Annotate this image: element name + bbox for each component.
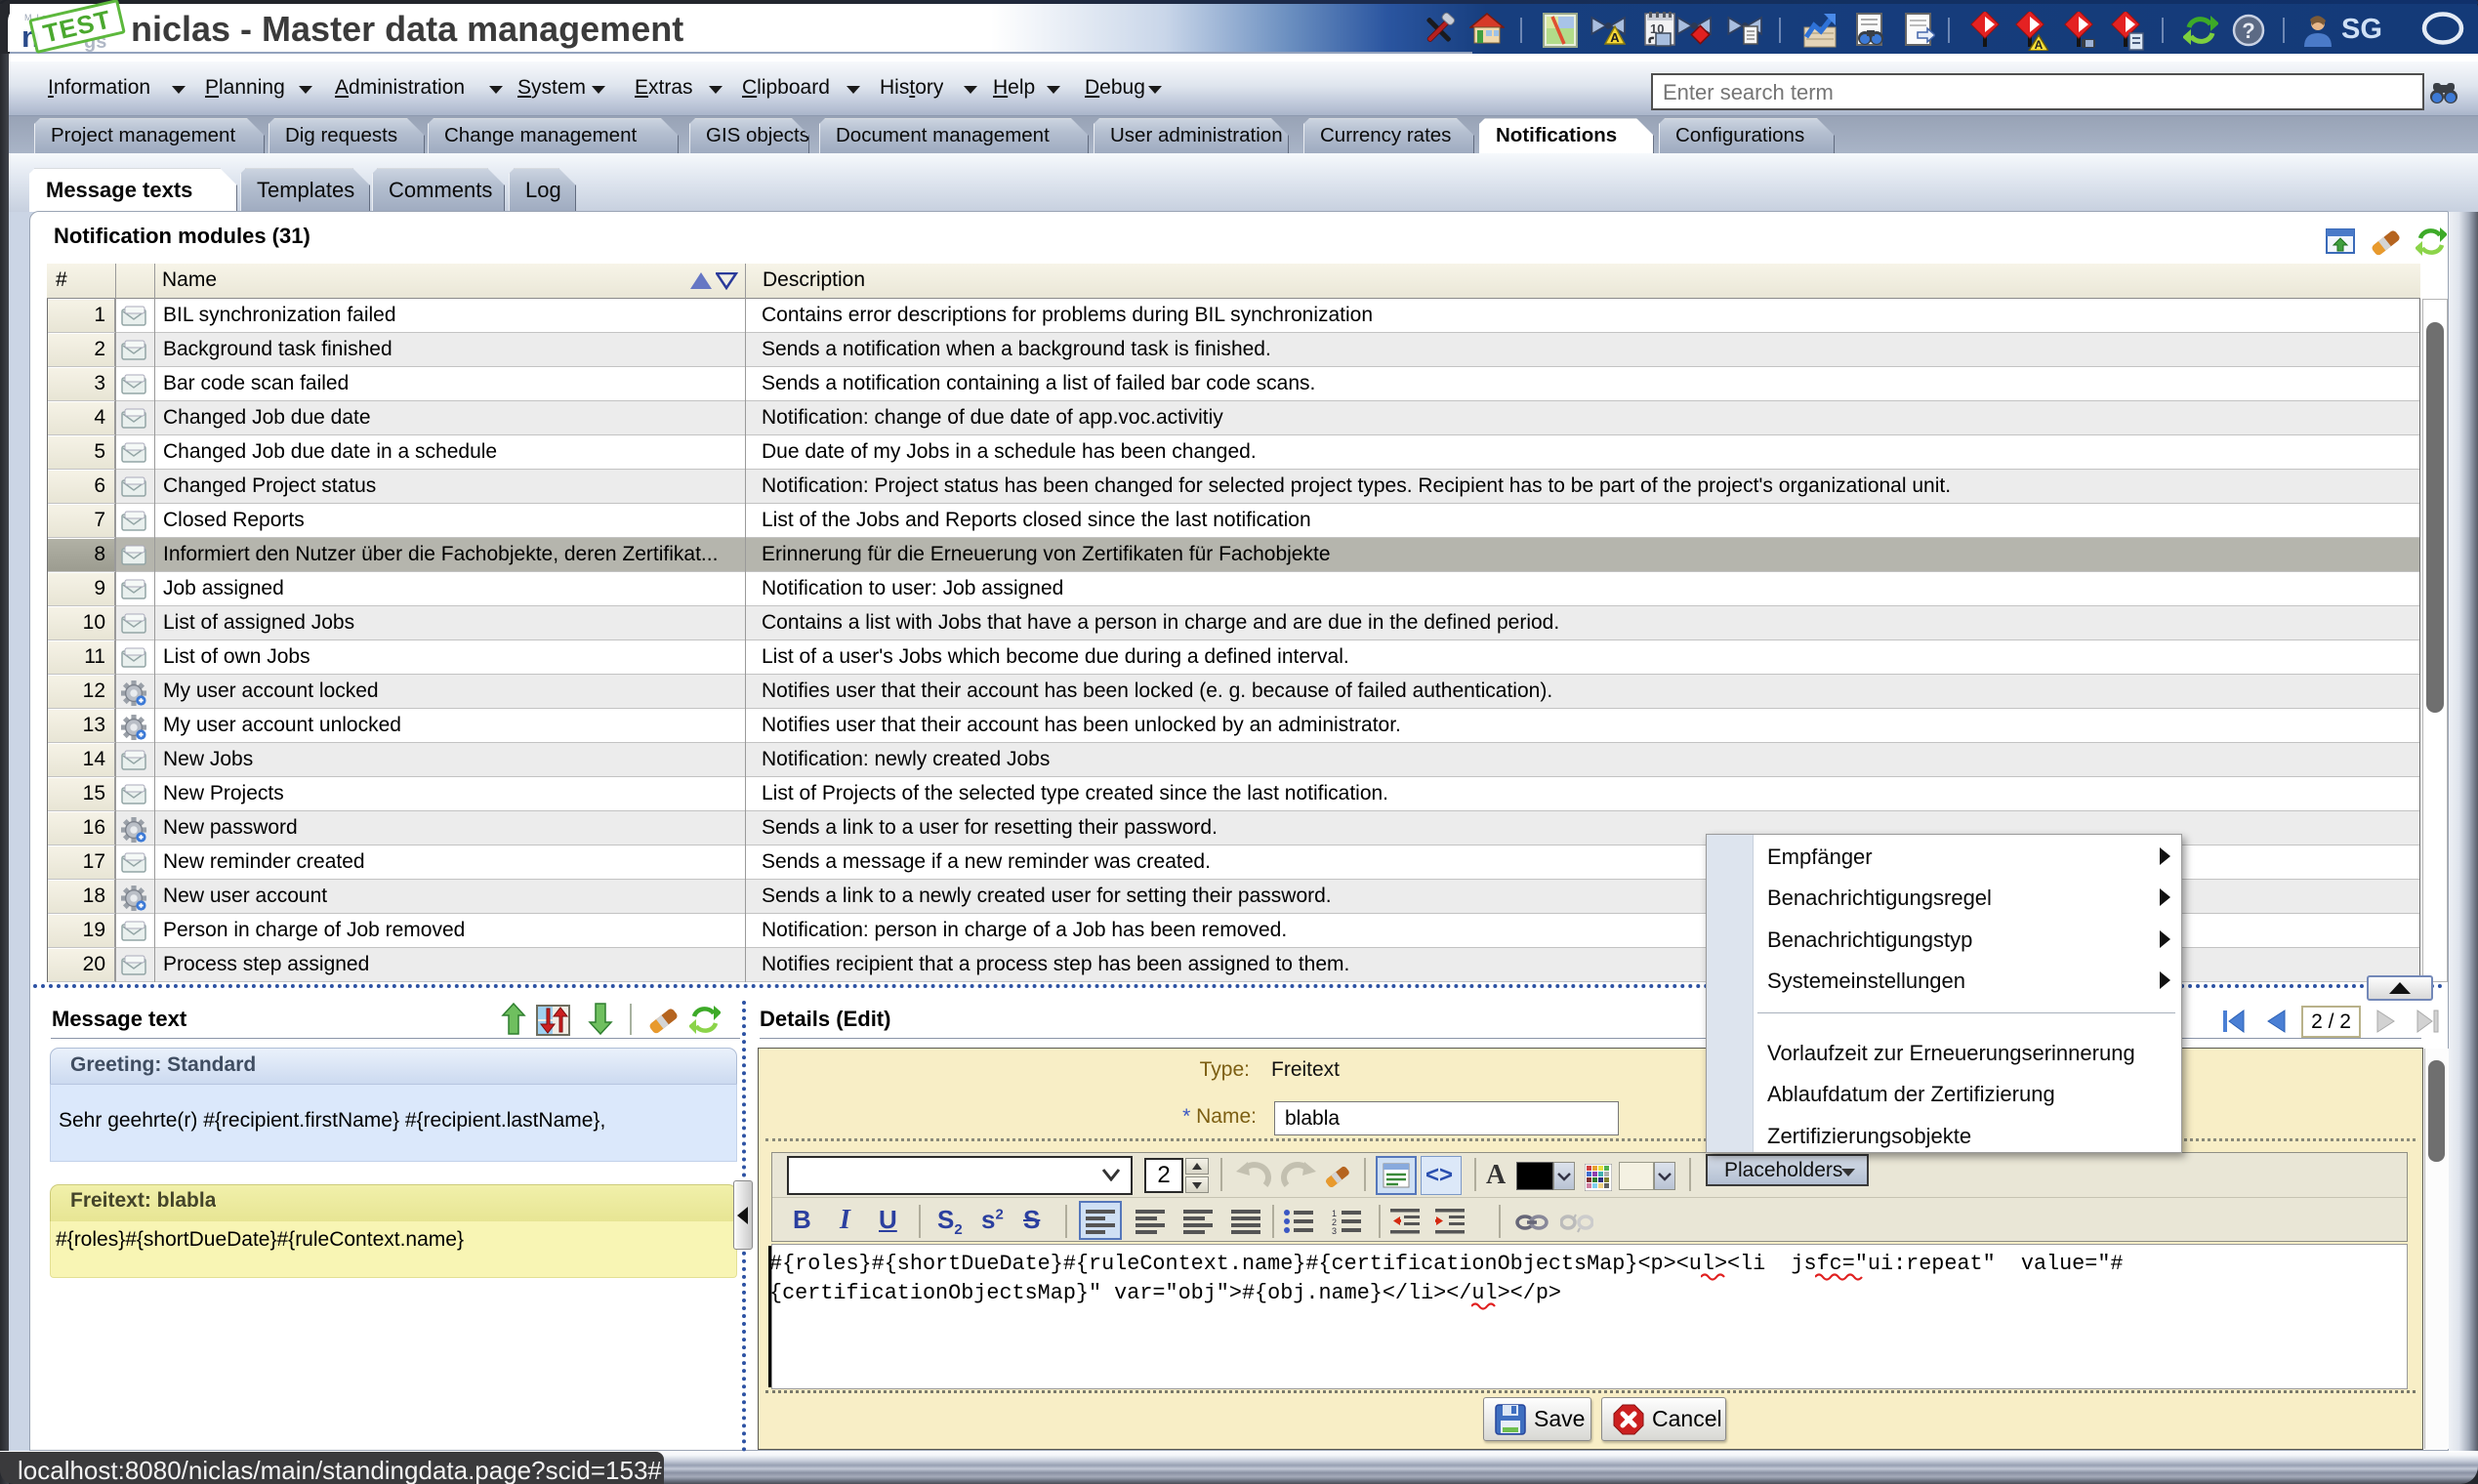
svg-text:?: ? [2242, 19, 2254, 43]
svg-text:3: 3 [1332, 1226, 1337, 1236]
svg-text:A: A [2035, 38, 2044, 51]
svg-text:A: A [1610, 30, 1620, 45]
